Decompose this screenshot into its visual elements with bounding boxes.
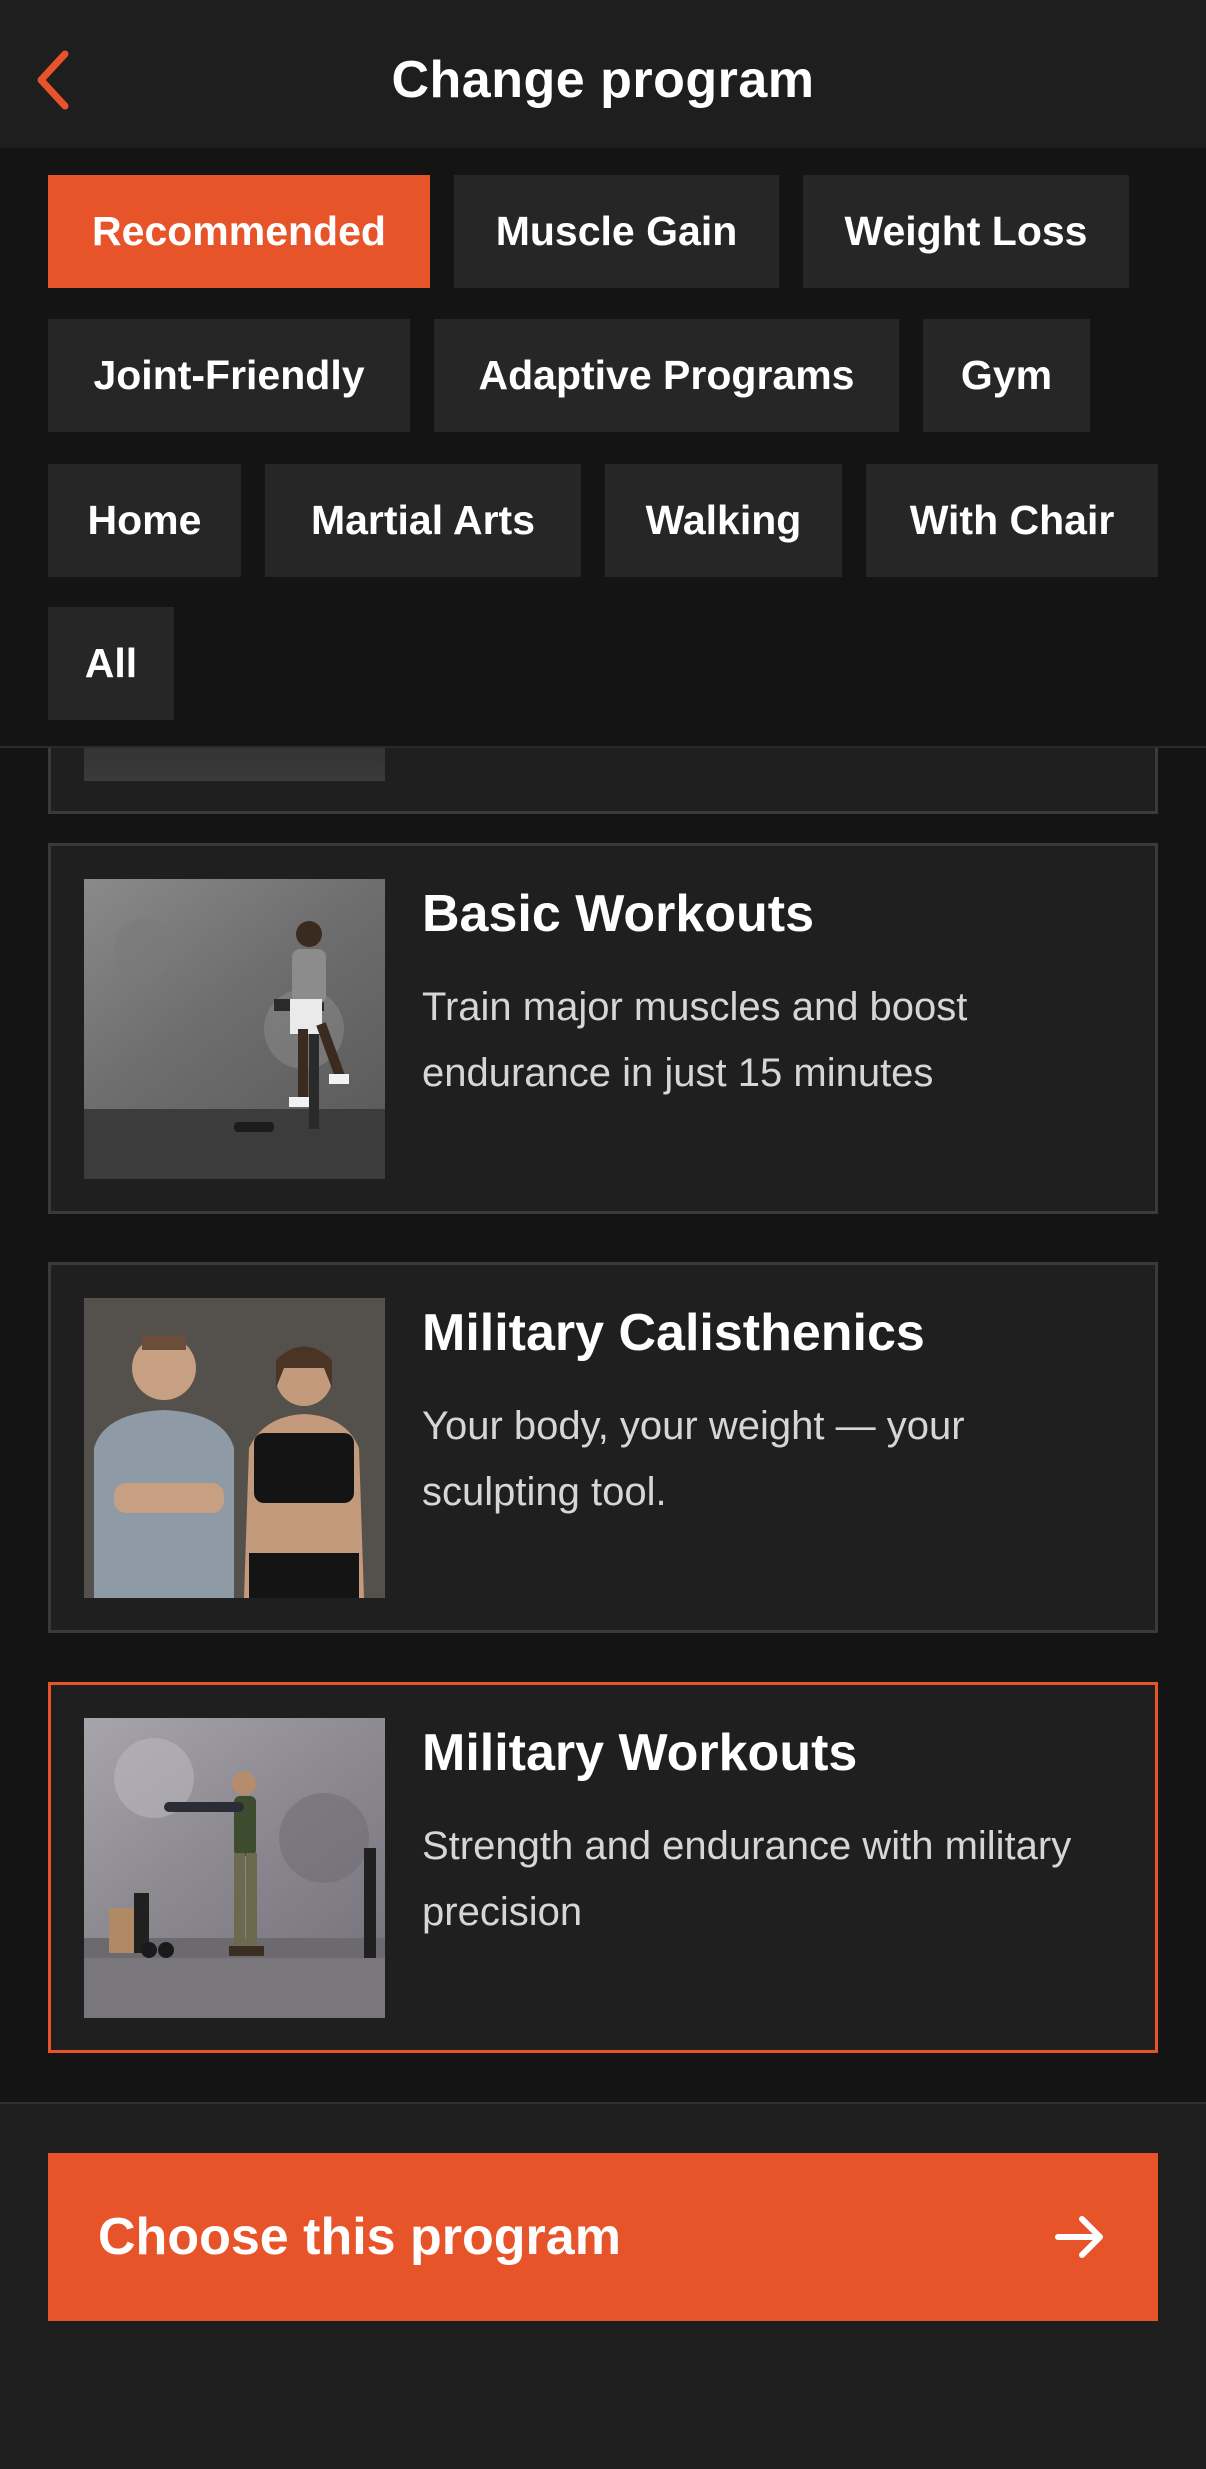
program-thumbnail [84,1718,385,2018]
program-card-military-workouts[interactable]: Military Workouts Strength and endurance… [48,1682,1158,2053]
program-thumbnail [84,748,385,781]
top-bar: Change program [0,0,1206,148]
back-button[interactable] [18,40,88,120]
filter-chip-muscle-gain[interactable]: Muscle Gain [454,175,779,288]
program-thumbnail [84,1298,385,1598]
filter-chip-recommended[interactable]: Recommended [48,175,430,288]
filter-chip-walking[interactable]: Walking [605,464,842,577]
program-description: Train major muscles and boost endurance … [422,985,968,1095]
program-card-basic-workouts[interactable]: Basic Workouts Train major muscles and b… [48,843,1158,1214]
choose-program-button[interactable]: Choose this program [48,2153,1158,2321]
filter-chip-all[interactable]: All [48,607,174,720]
program-card-partial[interactable] [48,748,1158,814]
arrow-right-icon [1055,2216,1103,2258]
filter-chip-joint-friendly[interactable]: Joint-Friendly [48,319,410,432]
program-description: Your body, your weight — your sculpting … [422,1404,965,1514]
program-title: Military Workouts [422,1724,858,1782]
filter-chip-weight-loss[interactable]: Weight Loss [803,175,1129,288]
program-card-military-calisthenics[interactable]: Military Calisthenics Your body, your we… [48,1262,1158,1633]
filter-chip-home[interactable]: Home [48,464,241,577]
page-title: Change program [391,51,815,109]
choose-program-label: Choose this program [98,2208,621,2266]
bottom-bar: Choose this program [0,2102,1206,2469]
program-list: Basic Workouts Train major muscles and b… [0,748,1206,2102]
program-title: Basic Workouts [422,885,815,943]
program-thumbnail [84,879,385,1179]
filter-chip-martial-arts[interactable]: Martial Arts [265,464,581,577]
program-description: Strength and endurance with military pre… [422,1824,1072,1934]
filter-chip-adaptive-programs[interactable]: Adaptive Programs [434,319,899,432]
filter-panel: Recommended Muscle Gain Weight Loss Join… [0,148,1206,748]
program-title: Military Calisthenics [422,1304,925,1362]
filter-chip-with-chair[interactable]: With Chair [866,464,1158,577]
chevron-left-icon [37,50,69,110]
filter-chip-gym[interactable]: Gym [923,319,1090,432]
